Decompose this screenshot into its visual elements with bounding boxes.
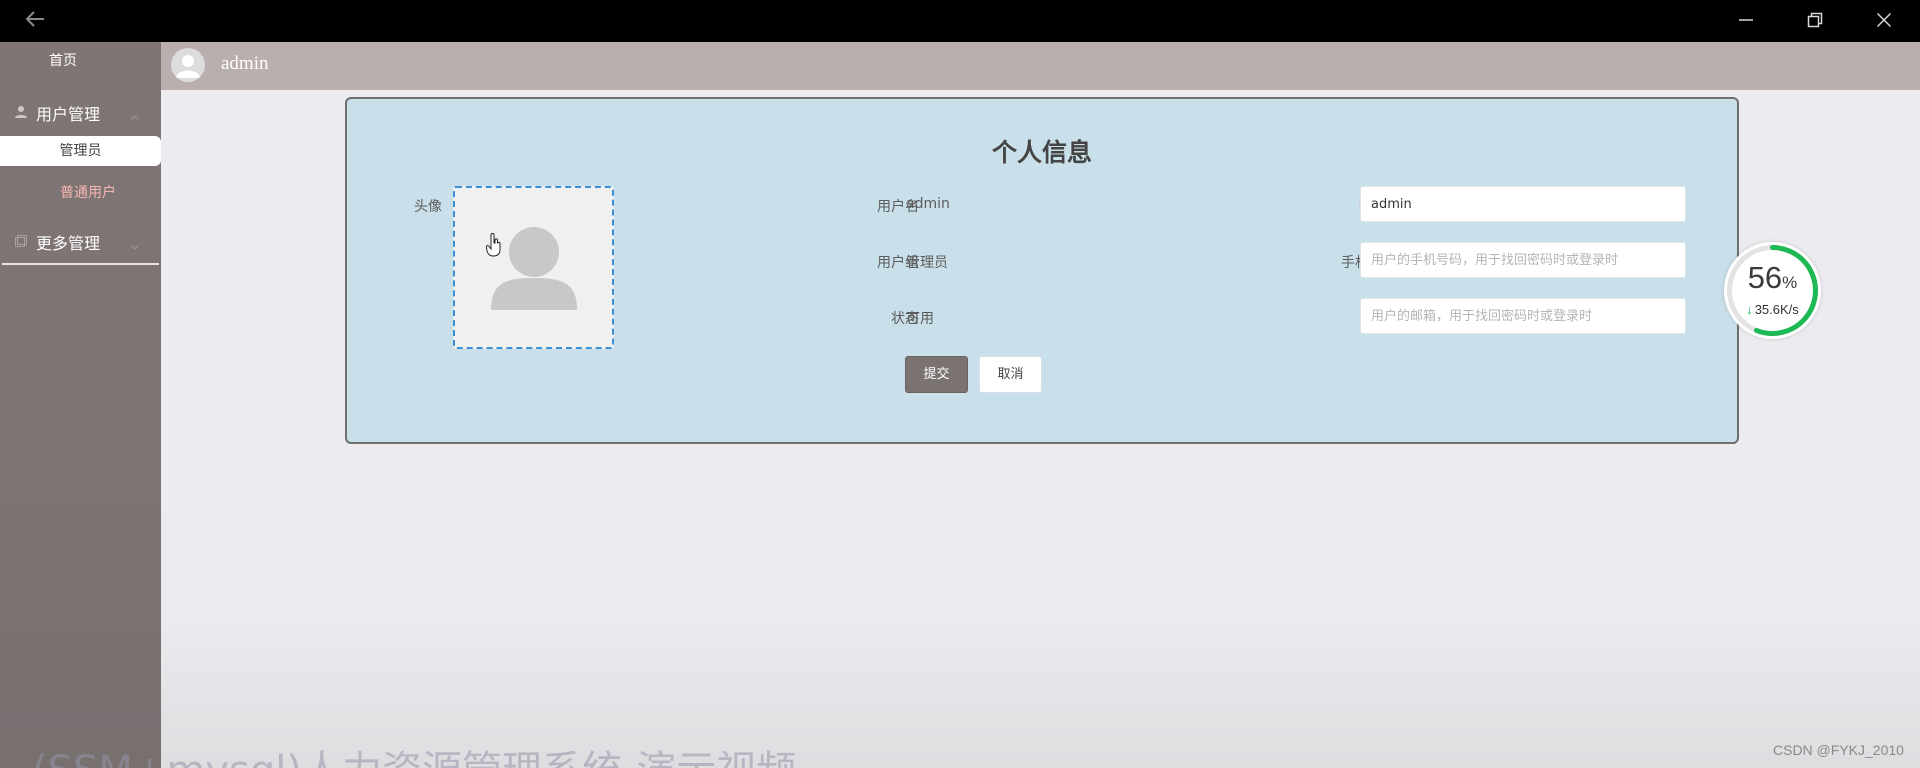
download-arrow-icon: ↓ [1746, 302, 1753, 317]
submit-button[interactable]: 提交 [905, 356, 968, 393]
restore-icon[interactable] [1795, 8, 1835, 34]
speed-rate-value: 35.6K/s [1754, 302, 1799, 317]
email-input[interactable] [1360, 298, 1686, 334]
avatar-placeholder-icon [491, 227, 577, 310]
sidebar-group-label: 用户管理 [36, 105, 101, 124]
avatar-upload[interactable] [453, 186, 614, 349]
header-username[interactable]: admin [221, 53, 269, 75]
user-avatar-icon[interactable] [171, 48, 205, 82]
avatar-label: 头像 [414, 199, 442, 215]
speed-rate: ↓ 35.6K/s [1724, 302, 1821, 317]
user-icon [14, 104, 28, 118]
speed-percent-unit: % [1782, 273, 1798, 292]
window-titlebar [0, 0, 1920, 42]
sidebar: 首页 用户管理 管理员 普通用户 更多管理 [0, 42, 161, 768]
hand-cursor-icon [485, 233, 504, 261]
chevron-up-icon [130, 106, 140, 125]
sidebar-item-normal-user[interactable]: 普通用户 [0, 182, 176, 202]
sidebar-group-user-management[interactable]: 用户管理 [14, 100, 149, 124]
video-caption-watermark: (SSM+mysql)人力资源管理系统-演示视频 [32, 738, 796, 768]
phone-input[interactable] [1360, 242, 1686, 278]
speed-percent: 56% [1724, 260, 1821, 296]
speed-percent-value: 56 [1747, 260, 1783, 295]
back-arrow-icon[interactable] [22, 10, 48, 32]
status-value: 可用 [906, 311, 934, 327]
nickname-input[interactable] [1360, 186, 1686, 222]
sidebar-group-label: 更多管理 [36, 234, 101, 253]
page-title: 个人信息 [991, 138, 1092, 167]
cancel-button[interactable]: 取消 [979, 356, 1042, 393]
sidebar-divider [2, 263, 159, 265]
close-icon[interactable] [1864, 8, 1904, 34]
network-speed-widget[interactable]: 56% ↓ 35.6K/s [1724, 242, 1821, 339]
sidebar-group-more-management[interactable]: 更多管理 [14, 229, 149, 253]
minimize-icon[interactable] [1726, 8, 1766, 34]
chevron-down-icon [130, 235, 140, 254]
copy-icon [14, 233, 28, 247]
sidebar-item-home[interactable]: 首页 [0, 50, 126, 70]
sidebar-item-admin[interactable]: 管理员 [0, 136, 161, 166]
user-group-value: 管理员 [906, 255, 948, 271]
top-header: admin [161, 42, 1920, 90]
credit-watermark: CSDN @FYKJ_2010 [1773, 742, 1904, 758]
profile-panel: 个人信息 头像 用户名 admin 用户组 管理员 状态 可用 *昵称 手机号码… [345, 97, 1739, 444]
username-value: admin [906, 196, 950, 212]
